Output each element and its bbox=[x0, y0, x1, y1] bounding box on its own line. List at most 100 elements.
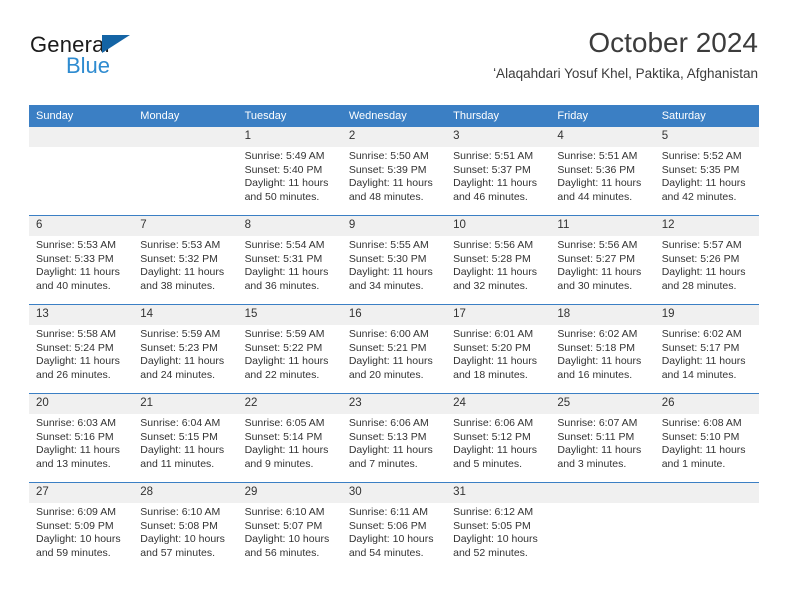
calendar-empty-cell bbox=[133, 126, 238, 216]
day-number: 10 bbox=[446, 216, 551, 236]
calendar-page: General Blue October 2024 ʻAlaqahdari Yo… bbox=[0, 0, 792, 612]
calendar-day-cell[interactable]: 19 Sunrise: 6:02 AM Sunset: 5:17 PM Dayligh… bbox=[654, 304, 759, 394]
day-number: 6 bbox=[29, 216, 134, 236]
sunrise-text: Sunrise: 6:08 AM bbox=[661, 417, 742, 429]
day-number: 16 bbox=[341, 305, 447, 325]
calendar-day-cell[interactable]: 31 Sunrise: 6:12 AM Sunset: 5:05 PM Dayligh… bbox=[446, 482, 551, 571]
sunset-text: Sunset: 5:18 PM bbox=[557, 341, 636, 354]
calendar-day-cell[interactable]: 16 Sunrise: 6:00 AM Sunset: 5:21 PM Dayligh… bbox=[341, 304, 447, 394]
calendar-day-cell[interactable]: 9 Sunrise: 5:55 AM Sunset: 5:30 PM Daylight… bbox=[341, 215, 447, 305]
sunset-text: Sunset: 5:30 PM bbox=[348, 252, 427, 265]
day-number: 3 bbox=[446, 127, 551, 147]
calendar-day-cell[interactable]: 20 Sunrise: 6:03 AM Sunset: 5:16 PM Dayligh… bbox=[29, 393, 134, 483]
daylight-text-line2: and 36 minutes. bbox=[244, 279, 320, 292]
calendar-day-cell[interactable]: 17 Sunrise: 6:01 AM Sunset: 5:20 PM Dayligh… bbox=[446, 304, 551, 394]
calendar-day-cell[interactable]: 24 Sunrise: 6:06 AM Sunset: 5:12 PM Dayligh… bbox=[446, 393, 551, 483]
daylight-text-line1: Daylight: 11 hours bbox=[36, 444, 120, 456]
calendar-day-cell[interactable]: 14 Sunrise: 5:59 AM Sunset: 5:23 PM Dayligh… bbox=[133, 304, 238, 394]
calendar-day-cell[interactable]: 29 Sunrise: 6:10 AM Sunset: 5:07 PM Dayligh… bbox=[237, 482, 342, 571]
daylight-text-line1: Daylight: 11 hours bbox=[348, 355, 433, 367]
day-number: 8 bbox=[237, 216, 342, 236]
sunrise-text: Sunrise: 5:57 AM bbox=[661, 239, 742, 251]
calendar-week-row: 27 Sunrise: 6:09 AM Sunset: 5:09 PM Dayligh… bbox=[29, 482, 759, 571]
calendar-day-cell[interactable]: 5 Sunrise: 5:52 AM Sunset: 5:35 PM Daylight… bbox=[654, 126, 759, 216]
day-number: 11 bbox=[550, 216, 655, 236]
daylight-text-line1: Daylight: 11 hours bbox=[348, 266, 433, 278]
daylight-text-line2: and 24 minutes. bbox=[140, 368, 215, 381]
sunset-text: Sunset: 5:05 PM bbox=[453, 519, 531, 532]
sunset-text: Sunset: 5:13 PM bbox=[348, 430, 427, 443]
daylight-text-line1: Daylight: 10 hours bbox=[348, 533, 434, 545]
calendar-day-cell[interactable]: 3 Sunrise: 5:51 AM Sunset: 5:37 PM Daylight… bbox=[446, 126, 551, 216]
calendar-day-cell[interactable]: 10 Sunrise: 5:56 AM Sunset: 5:28 PM Dayligh… bbox=[446, 215, 551, 305]
sunset-text: Sunset: 5:32 PM bbox=[140, 252, 218, 265]
day-details: Sunrise: 5:59 AM Sunset: 5:23 PM Daylight:… bbox=[133, 325, 237, 382]
sunrise-text: Sunrise: 6:10 AM bbox=[244, 506, 325, 518]
daylight-text-line2: and 57 minutes. bbox=[140, 546, 215, 559]
weekday-header-saturday: Saturday bbox=[654, 105, 759, 127]
day-number: 29 bbox=[237, 483, 342, 503]
sunrise-text: Sunrise: 5:52 AM bbox=[661, 150, 742, 162]
sunset-text: Sunset: 5:24 PM bbox=[36, 341, 114, 354]
calendar-day-cell[interactable]: 6 Sunrise: 5:53 AM Sunset: 5:33 PM Daylight… bbox=[29, 215, 134, 305]
day-number: 15 bbox=[237, 305, 342, 325]
day-number: 12 bbox=[654, 216, 759, 236]
sunset-text: Sunset: 5:39 PM bbox=[348, 163, 427, 176]
calendar-day-cell[interactable]: 12 Sunrise: 5:57 AM Sunset: 5:26 PM Dayligh… bbox=[654, 215, 759, 305]
sunrise-text: Sunrise: 5:51 AM bbox=[453, 150, 534, 162]
sunrise-text: Sunrise: 5:49 AM bbox=[244, 150, 325, 162]
sunset-text: Sunset: 5:22 PM bbox=[244, 341, 323, 354]
day-number: 21 bbox=[133, 394, 238, 414]
daylight-text-line1: Daylight: 10 hours bbox=[453, 533, 538, 545]
calendar-day-cell[interactable]: 21 Sunrise: 6:04 AM Sunset: 5:15 PM Dayligh… bbox=[133, 393, 238, 483]
calendar-day-cell[interactable]: 7 Sunrise: 5:53 AM Sunset: 5:32 PM Daylight… bbox=[133, 215, 238, 305]
sunrise-text: Sunrise: 5:56 AM bbox=[557, 239, 638, 251]
title-block: October 2024 ʻAlaqahdari Yosuf Khel, Pak… bbox=[493, 26, 758, 82]
day-details: Sunrise: 5:57 AM Sunset: 5:26 PM Daylight:… bbox=[655, 236, 759, 293]
calendar-day-cell[interactable]: 1 Sunrise: 5:49 AM Sunset: 5:40 PM Daylight… bbox=[237, 126, 342, 216]
calendar-week-row: 13 Sunrise: 5:58 AM Sunset: 5:24 PM Dayligh… bbox=[29, 304, 759, 394]
calendar-day-cell[interactable]: 8 Sunrise: 5:54 AM Sunset: 5:31 PM Daylight… bbox=[237, 215, 342, 305]
calendar-day-cell[interactable]: 2 Sunrise: 5:50 AM Sunset: 5:39 PM Daylight… bbox=[341, 126, 447, 216]
sunrise-text: Sunrise: 5:58 AM bbox=[36, 328, 116, 340]
day-details: Sunrise: 6:04 AM Sunset: 5:15 PM Daylight:… bbox=[133, 414, 237, 471]
daylight-text-line2: and 28 minutes. bbox=[661, 279, 737, 292]
sunrise-text: Sunrise: 6:07 AM bbox=[557, 417, 638, 429]
sunset-text: Sunset: 5:40 PM bbox=[244, 163, 323, 176]
daylight-text-line1: Daylight: 11 hours bbox=[557, 444, 642, 456]
calendar-day-cell[interactable]: 13 Sunrise: 5:58 AM Sunset: 5:24 PM Dayligh… bbox=[29, 304, 134, 394]
calendar-day-cell[interactable]: 25 Sunrise: 6:07 AM Sunset: 5:11 PM Dayligh… bbox=[550, 393, 655, 483]
calendar-day-cell[interactable]: 30 Sunrise: 6:11 AM Sunset: 5:06 PM Dayligh… bbox=[341, 482, 447, 571]
day-details: Sunrise: 5:59 AM Sunset: 5:22 PM Daylight:… bbox=[238, 325, 342, 382]
day-details: Sunrise: 6:02 AM Sunset: 5:17 PM Daylight:… bbox=[655, 325, 759, 382]
calendar-week-row: 6 Sunrise: 5:53 AM Sunset: 5:33 PM Daylight… bbox=[29, 215, 759, 305]
sunset-text: Sunset: 5:20 PM bbox=[453, 341, 531, 354]
daylight-text-line1: Daylight: 11 hours bbox=[140, 266, 225, 278]
calendar-week-row: 1 Sunrise: 5:49 AM Sunset: 5:40 PM Daylight… bbox=[29, 126, 759, 216]
day-number bbox=[133, 127, 238, 147]
calendar-day-cell[interactable]: 22 Sunrise: 6:05 AM Sunset: 5:14 PM Dayligh… bbox=[237, 393, 342, 483]
calendar-day-cell[interactable]: 15 Sunrise: 5:59 AM Sunset: 5:22 PM Dayligh… bbox=[237, 304, 342, 394]
calendar-day-cell[interactable]: 27 Sunrise: 6:09 AM Sunset: 5:09 PM Dayligh… bbox=[29, 482, 134, 571]
day-details: Sunrise: 5:53 AM Sunset: 5:33 PM Daylight:… bbox=[29, 236, 133, 293]
daylight-text-line1: Daylight: 11 hours bbox=[661, 444, 746, 456]
sunset-text: Sunset: 5:17 PM bbox=[661, 341, 740, 354]
day-number: 23 bbox=[341, 394, 447, 414]
calendar-day-cell[interactable]: 11 Sunrise: 5:56 AM Sunset: 5:27 PM Dayligh… bbox=[550, 215, 655, 305]
day-number: 24 bbox=[446, 394, 551, 414]
general-blue-logo[interactable]: General Blue bbox=[30, 32, 210, 80]
day-number: 5 bbox=[654, 127, 759, 147]
calendar-day-cell[interactable]: 18 Sunrise: 6:02 AM Sunset: 5:18 PM Dayligh… bbox=[550, 304, 655, 394]
day-number: 26 bbox=[654, 394, 759, 414]
day-number: 2 bbox=[341, 127, 447, 147]
weekday-header-sunday: Sunday bbox=[29, 105, 134, 127]
calendar-day-cell[interactable]: 23 Sunrise: 6:06 AM Sunset: 5:13 PM Dayligh… bbox=[341, 393, 447, 483]
day-details: Sunrise: 6:10 AM Sunset: 5:08 PM Daylight:… bbox=[133, 503, 237, 560]
calendar-body: 1 Sunrise: 5:49 AM Sunset: 5:40 PM Daylight… bbox=[29, 126, 759, 571]
day-details: Sunrise: 6:07 AM Sunset: 5:11 PM Daylight:… bbox=[550, 414, 654, 471]
calendar-day-cell[interactable]: 4 Sunrise: 5:51 AM Sunset: 5:36 PM Daylight… bbox=[550, 126, 655, 216]
calendar-day-cell[interactable]: 26 Sunrise: 6:08 AM Sunset: 5:10 PM Dayligh… bbox=[654, 393, 759, 483]
calendar-day-cell[interactable]: 28 Sunrise: 6:10 AM Sunset: 5:08 PM Dayligh… bbox=[133, 482, 238, 571]
daylight-text-line2: and 44 minutes. bbox=[557, 190, 633, 203]
daylight-text-line2: and 50 minutes. bbox=[244, 190, 320, 203]
